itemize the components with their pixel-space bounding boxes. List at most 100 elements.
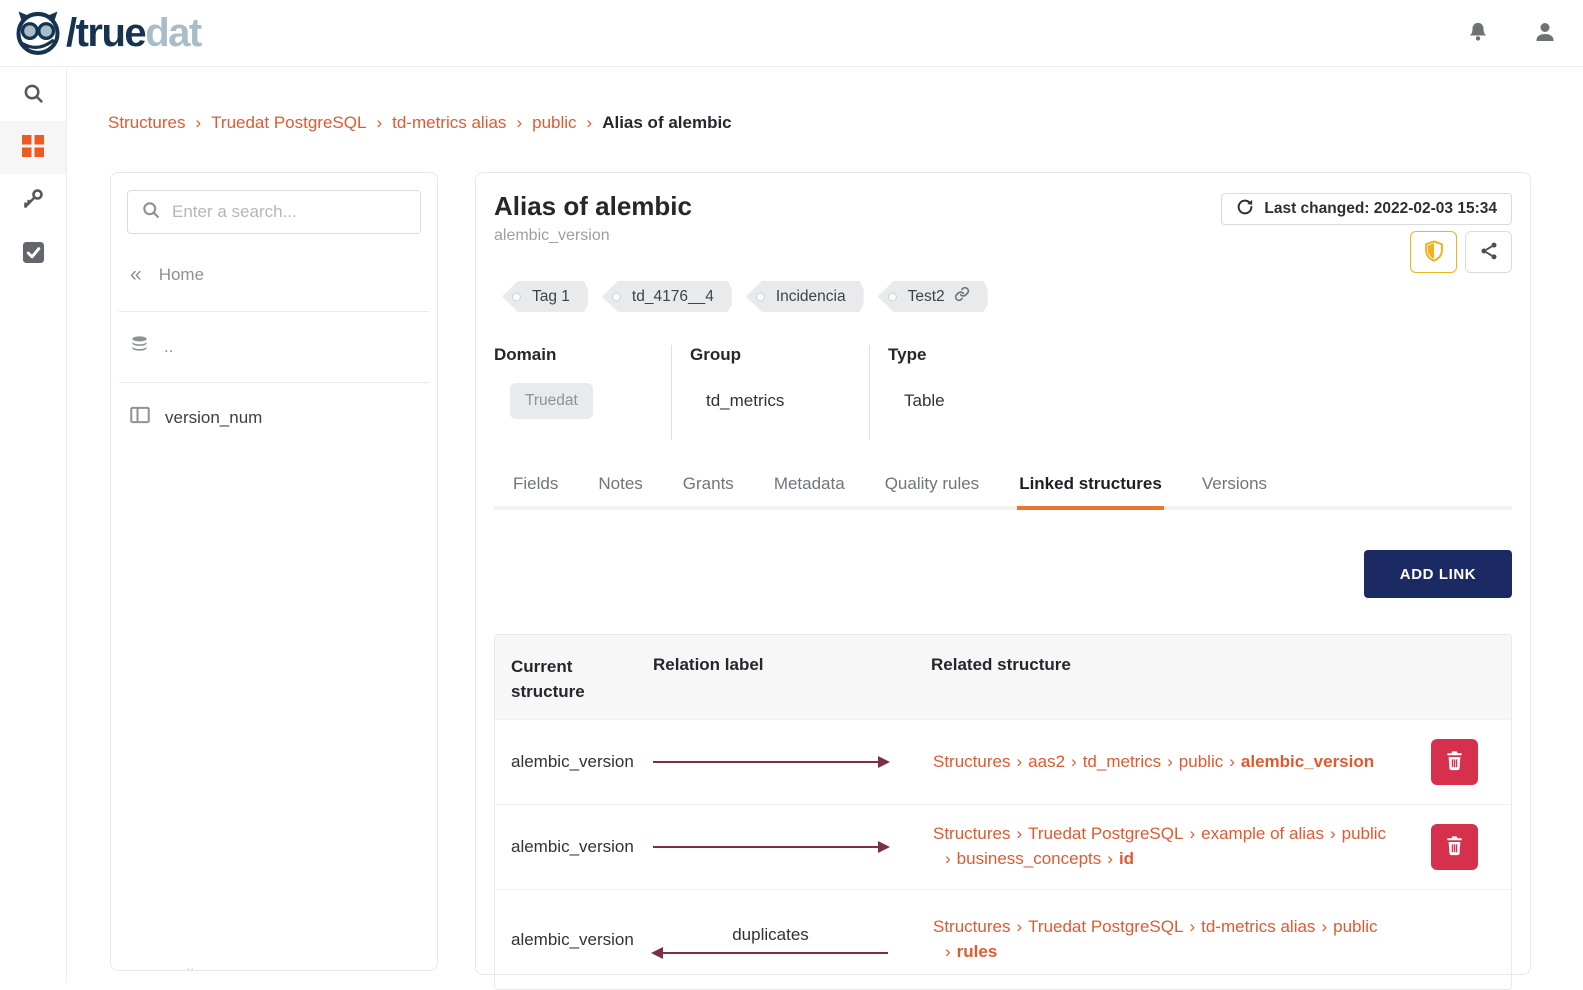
tag-chip-linked[interactable]: Test2 [878, 281, 988, 312]
attribute-label: Group [690, 345, 869, 365]
tab-notes[interactable]: Notes [596, 464, 644, 506]
related-structure-cell: Structures›Truedat PostgreSQL›td-metrics… [931, 915, 1431, 964]
row-actions-cell [1431, 824, 1511, 870]
brand-part2: dat [145, 11, 201, 55]
notifications-button[interactable] [1467, 20, 1489, 47]
chevron-right-icon: › [1012, 917, 1026, 936]
chevron-right-icon: › [1225, 752, 1239, 771]
breadcrumb-current: Alias of alembic [602, 113, 731, 133]
delete-link-button[interactable] [1431, 824, 1478, 870]
tab-metadata[interactable]: Metadata [772, 464, 847, 506]
bell-icon [1467, 20, 1489, 47]
tree-field-item[interactable]: version_num [111, 383, 437, 452]
related-crumb[interactable]: public [1340, 824, 1388, 843]
check-square-icon [22, 241, 45, 267]
tree-parent-label: .. [164, 337, 173, 357]
chevron-right-icon: › [941, 849, 955, 868]
breadcrumb-item-database[interactable]: td-metrics alias [392, 113, 506, 133]
sidebar-item-quality[interactable] [0, 227, 66, 280]
related-structure-target[interactable]: alembic_version [1239, 752, 1376, 771]
share-button[interactable] [1465, 231, 1512, 273]
breadcrumb-item-schema[interactable]: public [532, 113, 576, 133]
related-crumb[interactable]: aas2 [1026, 752, 1067, 771]
related-crumb[interactable]: Structures [931, 752, 1012, 771]
relation-cell: duplicates [653, 925, 931, 954]
attribute-value: Table [904, 391, 945, 411]
breadcrumb-item-system[interactable]: Truedat PostgreSQL [211, 113, 366, 133]
linked-structures-table: Current structure Relation label Related… [494, 634, 1512, 990]
related-crumb[interactable]: business_concepts [955, 849, 1104, 868]
related-structure-cell: Structures›Truedat PostgreSQL›example of… [931, 822, 1431, 871]
table-row: alembic_version Structures›aas2›td_metri… [495, 719, 1511, 804]
related-crumb[interactable]: Structures [931, 917, 1012, 936]
top-header: /truedat [0, 0, 1583, 67]
detail-tabs: Fields Notes Grants Metadata Quality rul… [494, 464, 1512, 510]
delete-link-button[interactable] [1431, 739, 1478, 785]
chevron-right-icon: › [1185, 824, 1199, 843]
chevron-right-icon: › [1163, 752, 1177, 771]
related-path-line: Structures›Truedat PostgreSQL›example of… [931, 822, 1417, 847]
related-crumb[interactable]: example of alias [1199, 824, 1326, 843]
tab-fields[interactable]: Fields [511, 464, 560, 506]
tree-parent-item[interactable]: .. [111, 312, 437, 382]
breadcrumb-item-structures[interactable]: Structures [108, 113, 185, 133]
tag-hole-icon [888, 292, 897, 301]
tag-chip[interactable]: Tag 1 [502, 281, 588, 312]
attributes-section: Domain Truedat Group td_metrics Type Tab… [494, 345, 1512, 440]
relation-cell [653, 761, 931, 763]
chevron-right-icon: › [1103, 849, 1117, 868]
search-icon [22, 82, 45, 108]
tab-grants[interactable]: Grants [681, 464, 736, 506]
tree-footer-hint: .. [186, 957, 194, 974]
related-crumb[interactable]: public [1177, 752, 1225, 771]
page-subtitle: alembic_version [494, 227, 1512, 245]
related-structure-cell: Structures›aas2›td_metrics›public›alembi… [931, 750, 1431, 775]
sidebar-item-search[interactable] [0, 68, 66, 121]
database-icon [130, 335, 149, 359]
brand-text: /truedat [66, 13, 201, 53]
column-header-current-structure: Current structure [495, 655, 653, 704]
protected-button[interactable] [1410, 231, 1457, 273]
relation-cell [653, 846, 931, 848]
related-crumb[interactable]: td-metrics alias [1199, 917, 1317, 936]
related-crumb[interactable]: Truedat PostgreSQL [1026, 824, 1185, 843]
truedat-logo[interactable]: /truedat [12, 5, 201, 62]
column-header-related-structure: Related structure [931, 655, 1431, 675]
sidebar-item-permissions[interactable] [0, 174, 66, 227]
related-structure-target[interactable]: rules [955, 942, 1000, 961]
related-crumb[interactable]: public [1331, 917, 1379, 936]
domain-chip[interactable]: Truedat [510, 383, 593, 419]
tag-hole-icon [512, 292, 521, 301]
add-link-button[interactable]: ADD LINK [1364, 550, 1512, 598]
sidebar-item-catalog[interactable] [0, 121, 66, 174]
related-crumb[interactable]: td_metrics [1081, 752, 1163, 771]
trash-icon [1445, 750, 1464, 774]
chevron-right-icon: › [1185, 917, 1199, 936]
table-row: alembic_version duplicates Structures›Tr… [495, 889, 1511, 989]
relation-arrow-right-icon [653, 846, 888, 848]
tag-chip[interactable]: td_4176__4 [602, 281, 732, 312]
structure-detail-card: Alias of alembic alembic_version Last ch… [475, 172, 1531, 975]
table-column-icon [130, 406, 150, 429]
tab-versions[interactable]: Versions [1200, 464, 1269, 506]
last-changed-button[interactable]: Last changed: 2022-02-03 15:34 [1221, 193, 1512, 225]
current-structure-cell: alembic_version [495, 752, 653, 772]
related-path-line: ›rules [931, 940, 1417, 965]
key-icon [21, 187, 45, 214]
tag-label: Tag 1 [532, 288, 570, 306]
search-icon [141, 200, 161, 225]
tab-linked-structures[interactable]: Linked structures [1017, 464, 1164, 510]
tree-search-input[interactable] [172, 202, 407, 222]
tree-home-link[interactable]: « Home [111, 244, 437, 311]
tab-actions: ADD LINK [494, 550, 1512, 598]
chevron-right-icon: › [1317, 917, 1331, 936]
user-menu-button[interactable] [1533, 20, 1557, 47]
related-crumb[interactable]: Truedat PostgreSQL [1026, 917, 1185, 936]
tab-quality-rules[interactable]: Quality rules [883, 464, 981, 506]
detail-header: Alias of alembic alembic_version Last ch… [494, 191, 1512, 273]
tag-chip[interactable]: Incidencia [746, 281, 864, 312]
related-structure-target[interactable]: id [1117, 849, 1136, 868]
row-actions-cell [1431, 739, 1511, 785]
related-crumb[interactable]: Structures [931, 824, 1012, 843]
trash-icon [1445, 835, 1464, 859]
